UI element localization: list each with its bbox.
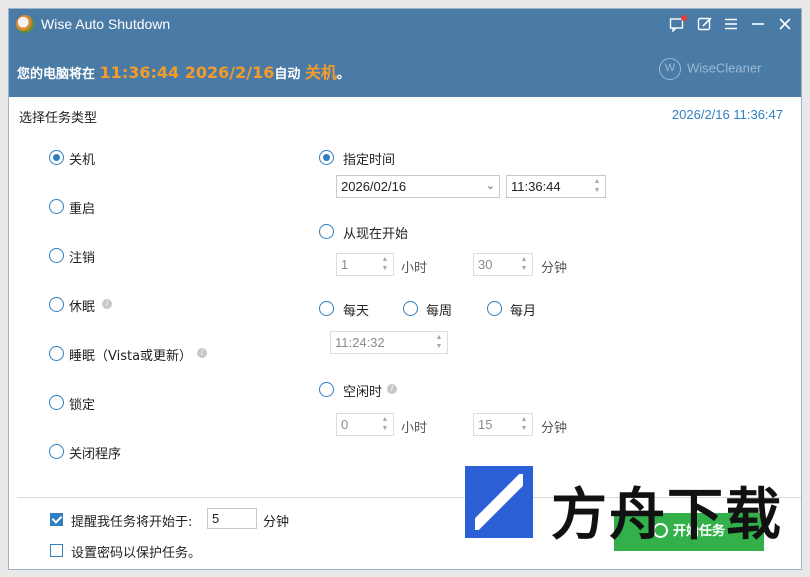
from-now-hours-input[interactable]: 1 ▲ ▼ <box>336 253 394 276</box>
hours-spinner[interactable]: ▲ ▼ <box>379 255 391 274</box>
current-datetime: 2026/2/16 11:36:47 <box>671 107 783 122</box>
minutes-spinner[interactable]: ▲ ▼ <box>518 255 530 274</box>
time-value: 11:36:44 <box>511 179 561 194</box>
date-picker[interactable]: 2026/02/16 ⌄ <box>336 175 500 198</box>
time-input[interactable]: 11:36:44 ▲ ▼ <box>506 175 606 198</box>
radio-daily[interactable] <box>319 301 334 316</box>
repeat-time-input[interactable]: 11:24:32 ▲ ▼ <box>330 331 448 354</box>
label-hibernate[interactable]: 休眠 <box>69 296 95 315</box>
task-type-label: 选择任务类型 <box>19 111 98 126</box>
from-now-hours-value: 1 <box>341 257 349 272</box>
label-shutdown[interactable]: 关机 <box>69 149 95 168</box>
label-monthly[interactable]: 每月 <box>510 300 536 319</box>
status-middle: 自动 <box>274 67 301 82</box>
label-specified-time[interactable]: 指定时间 <box>343 149 395 168</box>
label-restart[interactable]: 重启 <box>69 198 95 217</box>
radio-weekly[interactable] <box>403 301 418 316</box>
brand-name: WiseCleaner <box>687 60 762 76</box>
idle-hours-spinner[interactable]: ▲ ▼ <box>379 415 391 434</box>
radio-logoff[interactable] <box>49 248 64 263</box>
radio-monthly[interactable] <box>487 301 502 316</box>
wisecleaner-logo-icon: W <box>659 58 681 80</box>
repeat-time-value: 11:24:32 <box>335 335 385 350</box>
date-value: 2026/02/16 <box>341 179 407 194</box>
time-spinner[interactable]: ▲ ▼ <box>591 177 603 196</box>
status-suffix: 。 <box>336 67 350 82</box>
idle-minutes-value: 15 <box>478 417 493 432</box>
label-daily[interactable]: 每天 <box>343 300 369 319</box>
label-logoff[interactable]: 注销 <box>69 247 95 266</box>
wisecleaner-brand[interactable]: W WiseCleaner <box>659 58 761 80</box>
shutdown-status-text: 您的电脑将在 11:36:44 2026/2/16自动 关机。 <box>17 59 350 83</box>
from-now-minutes-value: 30 <box>478 257 493 272</box>
radio-idle[interactable] <box>319 382 334 397</box>
remind-label[interactable]: 提醒我任务将开始于: <box>71 511 192 530</box>
label-lock[interactable]: 锁定 <box>69 394 95 413</box>
radio-close-program[interactable] <box>49 444 64 459</box>
password-label[interactable]: 设置密码以保护任务。 <box>71 542 201 561</box>
status-action: 关机 <box>304 63 337 82</box>
menu-icon[interactable] <box>721 14 741 34</box>
title-bar: Wise Auto Shutdown 您的电脑将在 11:36:44 2026/… <box>9 9 801 97</box>
idle-minutes-unit: 分钟 <box>541 421 568 436</box>
radio-lock[interactable] <box>49 395 64 410</box>
app-logo-icon <box>16 15 34 33</box>
password-checkbox[interactable] <box>50 544 63 557</box>
remind-checkbox[interactable] <box>50 513 63 526</box>
message-icon[interactable] <box>667 14 687 34</box>
label-from-now[interactable]: 从现在开始 <box>343 223 408 242</box>
app-title: Wise Auto Shutdown <box>41 16 171 32</box>
from-now-hours-unit: 小时 <box>401 261 428 276</box>
idle-hours-value: 0 <box>341 417 349 432</box>
close-icon[interactable] <box>775 14 795 34</box>
idle-minutes-spinner[interactable]: ▲ ▼ <box>518 415 530 434</box>
remind-minutes-unit: 分钟 <box>263 515 290 530</box>
repeat-time-spinner[interactable]: ▲ ▼ <box>433 333 445 352</box>
chevron-down-icon[interactable]: ⌄ <box>486 176 495 197</box>
radio-restart[interactable] <box>49 199 64 214</box>
radio-shutdown[interactable] <box>49 150 64 165</box>
label-weekly[interactable]: 每周 <box>426 300 452 319</box>
edit-icon[interactable] <box>695 14 715 34</box>
notification-dot <box>681 15 687 21</box>
watermark: 方舟下载 <box>465 464 781 548</box>
radio-specified-time[interactable] <box>319 150 334 165</box>
idle-minutes-input[interactable]: 15 ▲ ▼ <box>473 413 533 436</box>
status-time: 11:36:44 2026/2/16 <box>99 63 275 82</box>
watermark-text: 方舟下载 <box>551 483 783 548</box>
from-now-minutes-unit: 分钟 <box>541 261 568 276</box>
minimize-icon[interactable] <box>748 14 768 34</box>
radio-hibernate[interactable] <box>49 297 64 312</box>
label-sleep[interactable]: 睡眠（Vista或更新） <box>69 345 192 364</box>
label-close-program[interactable]: 关闭程序 <box>69 443 121 462</box>
from-now-minutes-input[interactable]: 30 ▲ ▼ <box>473 253 533 276</box>
idle-info-icon[interactable]: i <box>387 384 397 394</box>
remind-minutes-input[interactable]: 5 <box>207 508 257 529</box>
app-window: Wise Auto Shutdown 您的电脑将在 11:36:44 2026/… <box>8 8 802 570</box>
radio-sleep[interactable] <box>49 346 64 361</box>
idle-hours-input[interactable]: 0 ▲ ▼ <box>336 413 394 436</box>
status-prefix: 您的电脑将在 <box>17 67 96 82</box>
idle-hours-unit: 小时 <box>401 421 428 436</box>
radio-from-now[interactable] <box>319 224 334 239</box>
watermark-logo-icon <box>465 466 533 538</box>
label-idle[interactable]: 空闲时 <box>343 381 382 400</box>
hibernate-info-icon[interactable]: i <box>102 299 112 309</box>
sleep-info-icon[interactable]: i <box>197 348 207 358</box>
